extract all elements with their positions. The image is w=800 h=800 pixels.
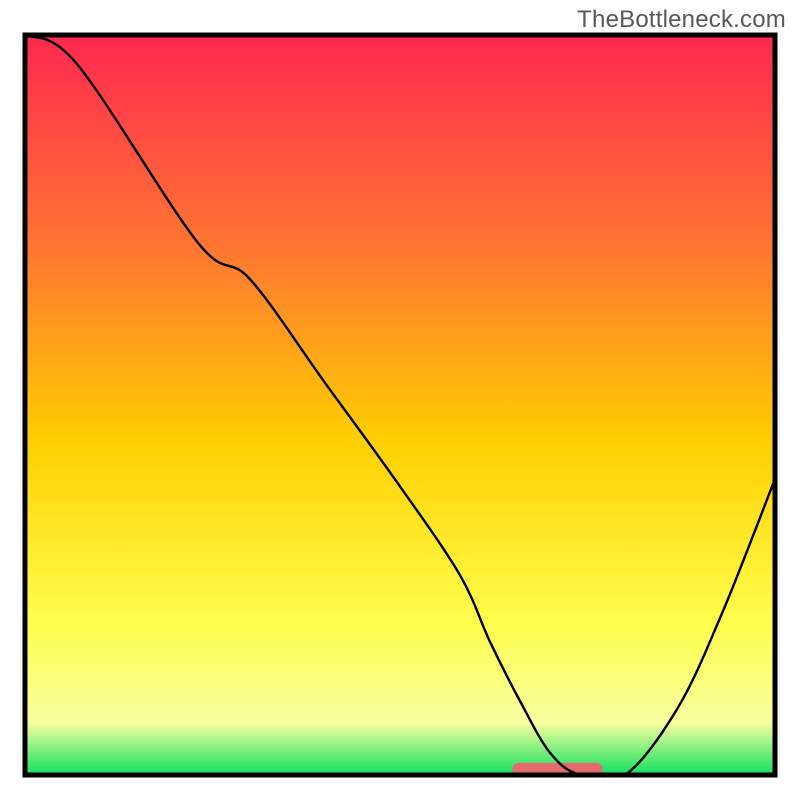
- plot-background: [25, 35, 775, 775]
- chart-container: TheBottleneck.com: [0, 0, 800, 800]
- bottleneck-chart: [0, 0, 800, 800]
- watermark-text: TheBottleneck.com: [577, 6, 786, 34]
